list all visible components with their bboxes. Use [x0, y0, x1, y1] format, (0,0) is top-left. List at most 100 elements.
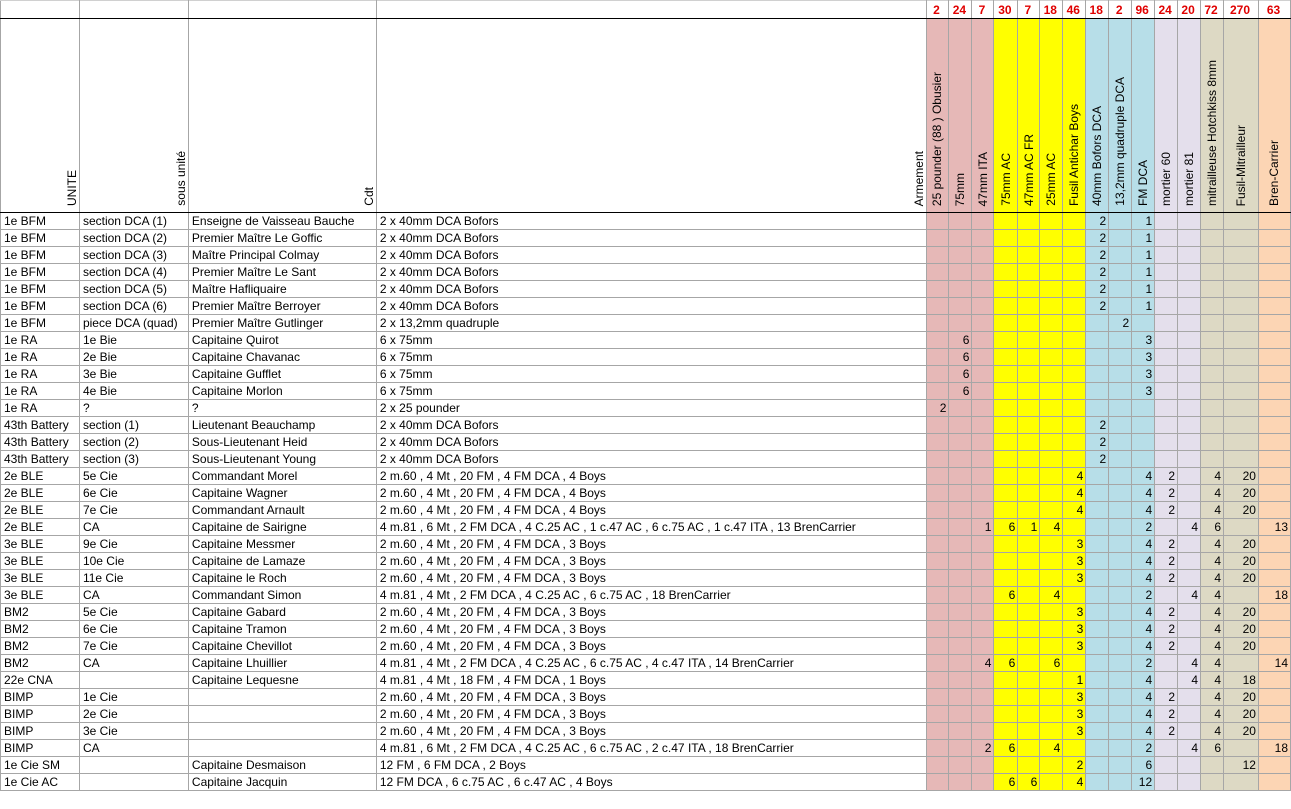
- weapon-count-cell[interactable]: [1039, 773, 1064, 791]
- armement-cell[interactable]: 6 x 75mm: [375, 382, 927, 400]
- weapon-count-cell[interactable]: [948, 603, 973, 621]
- weapon-count-cell[interactable]: 2: [1154, 552, 1179, 570]
- weapon-count-cell[interactable]: 2: [1131, 739, 1156, 757]
- weapon-count-cell[interactable]: [1017, 586, 1041, 604]
- weapon-count-cell[interactable]: [1108, 382, 1133, 400]
- weapon-count-cell[interactable]: 2: [925, 399, 950, 417]
- weapon-count-cell[interactable]: [1257, 433, 1291, 451]
- weapon-count-cell[interactable]: [925, 467, 950, 485]
- weapon-count-cell[interactable]: [948, 637, 973, 655]
- weapon-count-cell[interactable]: 2: [1154, 501, 1179, 519]
- weapon-count-cell[interactable]: 20: [1223, 552, 1259, 570]
- weapon-count-cell[interactable]: [1177, 229, 1202, 247]
- weapon-count-cell[interactable]: [993, 365, 1019, 383]
- weapon-count-cell[interactable]: [1085, 518, 1110, 536]
- weapon-count-cell[interactable]: [1257, 688, 1291, 706]
- weapon-count-cell[interactable]: 3: [1062, 688, 1087, 706]
- weapon-count-cell[interactable]: [1200, 450, 1225, 468]
- sous-unite-cell[interactable]: 3e Cie: [78, 722, 189, 740]
- weapon-count-cell[interactable]: 6: [1017, 773, 1041, 791]
- weapon-header-cell[interactable]: 40mm Bofors DCA: [1085, 18, 1110, 213]
- armement-cell[interactable]: 6 x 75mm: [375, 365, 927, 383]
- armement-cell[interactable]: 2 m.60 , 4 Mt , 20 FM , 4 FM DCA , 3 Boy…: [375, 637, 927, 655]
- weapon-count-cell[interactable]: [1085, 552, 1110, 570]
- weapon-count-cell[interactable]: [993, 399, 1019, 417]
- weapon-count-cell[interactable]: [1177, 263, 1202, 281]
- weapon-count-cell[interactable]: [1017, 501, 1041, 519]
- cdt-cell[interactable]: Capitaine Desmaison: [187, 756, 377, 774]
- sous-unite-cell[interactable]: 2e Cie: [78, 705, 189, 723]
- weapon-count-cell[interactable]: 1: [1062, 671, 1087, 689]
- weapon-count-cell[interactable]: [971, 382, 995, 400]
- weapon-count-cell[interactable]: 4: [1131, 671, 1156, 689]
- weapon-count-cell[interactable]: [1085, 314, 1110, 332]
- totals-empty-cell[interactable]: [187, 0, 377, 19]
- weapon-count-cell[interactable]: 6: [948, 382, 973, 400]
- weapon-count-cell[interactable]: [948, 229, 973, 247]
- sous-unite-cell[interactable]: 10e Cie: [78, 552, 189, 570]
- cdt-cell[interactable]: Commandant Morel: [187, 467, 377, 485]
- weapon-count-cell[interactable]: [993, 535, 1019, 553]
- weapon-count-cell[interactable]: [971, 229, 995, 247]
- sous-unite-cell[interactable]: 7e Cie: [78, 501, 189, 519]
- cdt-cell[interactable]: Sous-Lieutenant Heid: [187, 433, 377, 451]
- cdt-cell[interactable]: Capitaine Wagner: [187, 484, 377, 502]
- weapon-count-cell[interactable]: [1062, 433, 1087, 451]
- unite-cell[interactable]: 1e RA: [0, 399, 80, 417]
- weapon-count-cell[interactable]: [1017, 314, 1041, 332]
- unite-cell[interactable]: 3e BLE: [0, 569, 80, 587]
- weapon-count-cell[interactable]: 1: [1131, 263, 1156, 281]
- weapon-count-cell[interactable]: [1154, 280, 1179, 298]
- weapon-count-cell[interactable]: [1039, 552, 1064, 570]
- weapon-count-cell[interactable]: [1017, 416, 1041, 434]
- weapon-count-cell[interactable]: 3: [1062, 637, 1087, 655]
- weapon-count-cell[interactable]: 4: [1200, 552, 1225, 570]
- weapon-count-cell[interactable]: 2: [1085, 246, 1110, 264]
- weapon-count-cell[interactable]: [925, 484, 950, 502]
- weapon-count-cell[interactable]: [1257, 382, 1291, 400]
- weapon-count-cell[interactable]: [1223, 348, 1259, 366]
- weapon-count-cell[interactable]: [948, 518, 973, 536]
- weapon-count-cell[interactable]: [1062, 297, 1087, 315]
- weapon-count-cell[interactable]: [971, 501, 995, 519]
- weapon-count-cell[interactable]: 14: [1257, 654, 1291, 672]
- weapon-count-cell[interactable]: 18: [1257, 586, 1291, 604]
- weapon-count-cell[interactable]: [1039, 212, 1064, 230]
- sous-unite-cell[interactable]: section DCA (3): [78, 246, 189, 264]
- weapon-count-cell[interactable]: [1154, 229, 1179, 247]
- weapon-count-cell[interactable]: [1039, 671, 1064, 689]
- weapon-count-cell[interactable]: [1085, 603, 1110, 621]
- unite-cell[interactable]: 2e BLE: [0, 467, 80, 485]
- weapon-count-cell[interactable]: [1108, 739, 1133, 757]
- weapon-count-cell[interactable]: [1108, 433, 1133, 451]
- weapon-count-cell[interactable]: 3: [1131, 365, 1156, 383]
- weapon-count-cell[interactable]: [1223, 331, 1259, 349]
- weapon-count-cell[interactable]: [1257, 365, 1291, 383]
- weapon-total-cell[interactable]: 270: [1223, 0, 1259, 19]
- unite-cell[interactable]: 1e BFM: [0, 263, 80, 281]
- cdt-cell[interactable]: Premier Maître Gutlinger: [187, 314, 377, 332]
- weapon-count-cell[interactable]: [1108, 416, 1133, 434]
- weapon-count-cell[interactable]: 2: [1085, 212, 1110, 230]
- weapon-count-cell[interactable]: [948, 263, 973, 281]
- header-cdt-cell[interactable]: Cdt: [187, 18, 377, 213]
- weapon-count-cell[interactable]: [1017, 552, 1041, 570]
- weapon-count-cell[interactable]: [993, 348, 1019, 366]
- weapon-count-cell[interactable]: [1108, 654, 1133, 672]
- weapon-count-cell[interactable]: [971, 773, 995, 791]
- weapon-count-cell[interactable]: [925, 450, 950, 468]
- weapon-count-cell[interactable]: 18: [1223, 671, 1259, 689]
- weapon-count-cell[interactable]: 4: [1131, 603, 1156, 621]
- weapon-count-cell[interactable]: 2: [1085, 450, 1110, 468]
- weapon-count-cell[interactable]: [1200, 280, 1225, 298]
- weapon-count-cell[interactable]: 2: [1085, 433, 1110, 451]
- weapon-count-cell[interactable]: [948, 433, 973, 451]
- weapon-count-cell[interactable]: [1154, 739, 1179, 757]
- unite-cell[interactable]: 3e BLE: [0, 586, 80, 604]
- weapon-count-cell[interactable]: [1200, 756, 1225, 774]
- cdt-cell[interactable]: Capitaine Chavanac: [187, 348, 377, 366]
- weapon-count-cell[interactable]: 6: [1039, 654, 1064, 672]
- weapon-total-cell[interactable]: 63: [1257, 0, 1291, 19]
- weapon-count-cell[interactable]: 2: [1154, 688, 1179, 706]
- weapon-count-cell[interactable]: 4: [1131, 467, 1156, 485]
